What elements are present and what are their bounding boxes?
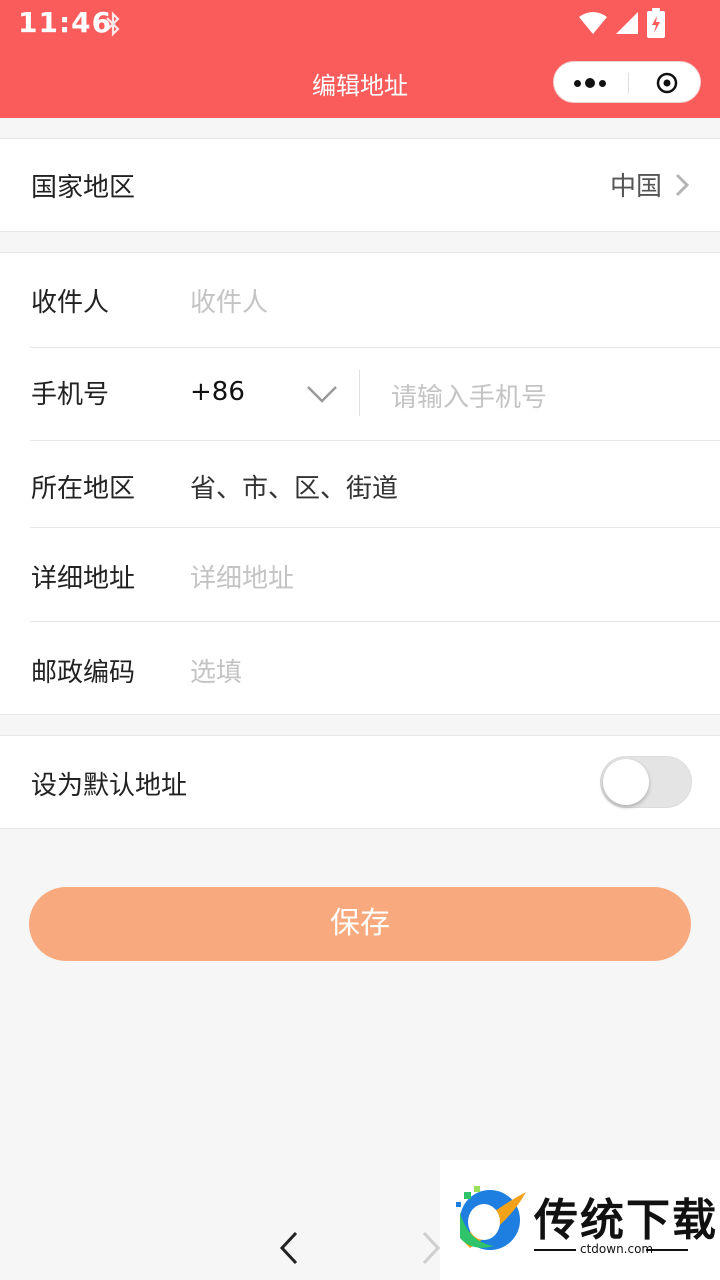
more-menu-icon[interactable] <box>574 71 614 95</box>
country-code-select[interactable]: +86 <box>190 377 245 407</box>
wifi-icon <box>579 12 607 34</box>
divider <box>30 347 720 348</box>
chevron-right-icon <box>675 173 690 197</box>
status-indicators <box>578 8 666 38</box>
recipient-input[interactable]: 收件人 <box>190 282 268 319</box>
watermark-title: 传统下载 <box>534 1195 718 1246</box>
postcode-input[interactable]: 选填 <box>190 652 242 689</box>
capsule-divider <box>628 73 629 93</box>
status-time: 11:46 <box>18 6 113 39</box>
default-address-section: 设为默认地址 <box>0 735 720 829</box>
mini-program-capsule <box>553 61 701 103</box>
default-address-toggle[interactable] <box>600 756 692 808</box>
save-button[interactable]: 保存 <box>29 887 691 961</box>
signal-icon <box>616 12 638 34</box>
header-bar: 11:46 编辑地址 <box>0 0 720 118</box>
phone-label: 手机号 <box>31 380 110 410</box>
address-form: 收件人 收件人 手机号 +86 请输入手机号 所在地区 省、市、区、街道 详细地… <box>0 252 720 715</box>
watermark-subtitle: ctdown.com <box>580 1242 654 1256</box>
detail-address-input[interactable]: 详细地址 <box>190 558 294 595</box>
divider <box>30 527 720 528</box>
battery-icon <box>647 8 665 38</box>
watermark-logo-icon <box>456 1186 526 1250</box>
phone-input[interactable]: 请输入手机号 <box>391 377 547 414</box>
country-value: 中国 <box>609 172 662 202</box>
watermark: 传统下载 ctdown.com <box>440 1160 720 1280</box>
country-label: 国家地区 <box>31 173 136 203</box>
chevron-down-icon[interactable] <box>306 384 338 404</box>
back-arrow-icon[interactable] <box>278 1230 300 1266</box>
toggle-knob <box>603 759 649 805</box>
detail-address-label: 详细地址 <box>31 564 136 594</box>
country-section[interactable]: 国家地区 中国 <box>0 138 720 232</box>
watermark-rule <box>534 1249 576 1251</box>
recipient-label: 收件人 <box>31 288 110 318</box>
bluetooth-icon <box>106 11 120 37</box>
postcode-label: 邮政编码 <box>31 658 136 688</box>
divider <box>30 440 720 441</box>
region-picker[interactable]: 省、市、区、街道 <box>190 468 398 505</box>
region-label: 所在地区 <box>31 474 136 504</box>
default-address-label: 设为默认地址 <box>31 771 188 801</box>
phone-divider <box>359 370 360 416</box>
forward-arrow-icon[interactable] <box>420 1230 442 1266</box>
close-target-icon[interactable] <box>656 72 678 94</box>
divider <box>30 621 720 622</box>
